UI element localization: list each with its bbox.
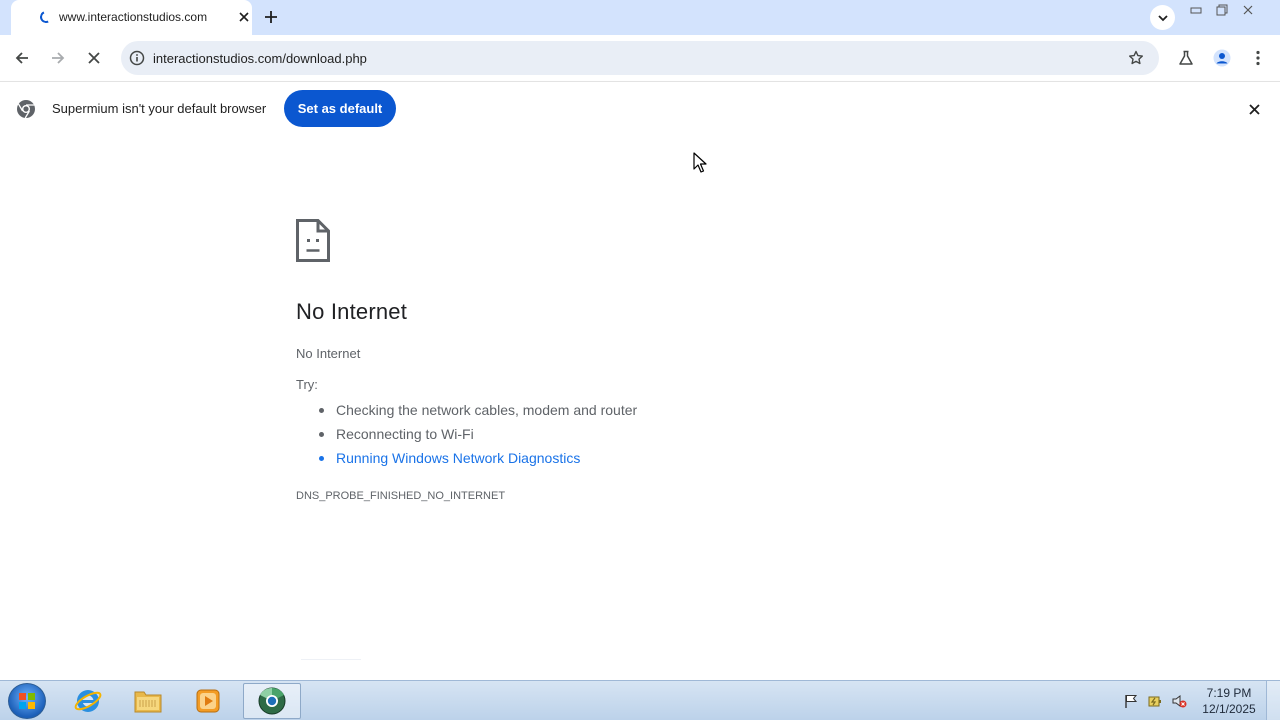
close-icon xyxy=(1243,5,1253,15)
back-button[interactable] xyxy=(10,46,34,70)
tab-active[interactable]: www.interactionstudios.com xyxy=(11,0,252,35)
browser-toolbar: interactionstudios.com/download.php xyxy=(0,35,1280,81)
list-item: Reconnecting to Wi-Fi xyxy=(318,424,637,448)
infobar-message: Supermium isn't your default browser xyxy=(52,101,267,116)
error-subtitle: No Internet xyxy=(296,346,361,361)
kebab-menu-icon xyxy=(1256,50,1260,66)
infobar-close-button[interactable] xyxy=(1244,99,1264,119)
error-page: No Internet No Internet Try: Checking th… xyxy=(0,134,1280,680)
network-diagnostics-link[interactable]: Running Windows Network Diagnostics xyxy=(318,448,637,472)
tab-close-button[interactable] xyxy=(235,8,253,26)
suggestion-list: Checking the network cables, modem and r… xyxy=(318,400,637,472)
url-text[interactable]: interactionstudios.com/download.php xyxy=(153,51,367,66)
forward-button[interactable] xyxy=(46,46,70,70)
tab-search-button[interactable] xyxy=(1150,5,1175,30)
taskbar: 7:19 PM 12/1/2025 xyxy=(0,680,1280,720)
tab-strip: www.interactionstudios.com xyxy=(0,0,1280,35)
flask-icon xyxy=(1179,50,1193,65)
volume-muted-icon[interactable] xyxy=(1171,693,1187,709)
file-explorer-icon xyxy=(134,691,162,713)
close-icon xyxy=(1248,103,1260,115)
menu-button[interactable] xyxy=(1246,46,1270,70)
taskbar-app-file-explorer[interactable] xyxy=(119,683,177,719)
browser-logo-icon xyxy=(17,100,35,119)
clock-date: 12/1/2025 xyxy=(1202,702,1256,716)
divider xyxy=(301,659,361,660)
bookmark-button[interactable] xyxy=(1124,46,1148,70)
plus-icon xyxy=(265,11,277,23)
new-tab-button[interactable] xyxy=(261,7,281,27)
set-as-default-button[interactable]: Set as default xyxy=(284,90,396,127)
screen: www.interactionstudios.com interactionst… xyxy=(0,0,1280,720)
start-button[interactable] xyxy=(8,683,46,719)
restore-icon xyxy=(1216,4,1228,16)
address-bar[interactable]: interactionstudios.com/download.php xyxy=(121,41,1159,75)
action-center-flag-icon[interactable] xyxy=(1123,693,1139,709)
window-close-button[interactable] xyxy=(1235,0,1261,20)
stop-button[interactable] xyxy=(82,46,106,70)
chevron-down-icon xyxy=(1157,14,1168,21)
taskbar-app-supermium[interactable] xyxy=(243,683,301,719)
window-controls xyxy=(1183,0,1261,20)
supermium-browser-icon xyxy=(258,687,286,715)
loading-spinner-icon xyxy=(38,9,54,25)
list-item: Checking the network cables, modem and r… xyxy=(318,400,637,424)
close-icon xyxy=(88,52,100,64)
taskbar-app-internet-explorer[interactable] xyxy=(59,683,117,719)
taskbar-app-media-player[interactable] xyxy=(179,683,237,719)
show-desktop-button[interactable] xyxy=(1266,681,1280,720)
sad-document-icon xyxy=(296,219,330,262)
close-icon xyxy=(239,12,249,22)
info-icon xyxy=(129,50,145,66)
mouse-cursor-icon xyxy=(693,152,707,173)
minimize-icon xyxy=(1190,7,1202,14)
minimize-button[interactable] xyxy=(1183,0,1209,20)
tab-title: www.interactionstudios.com xyxy=(59,10,208,24)
media-player-icon xyxy=(196,689,220,713)
error-title: No Internet xyxy=(296,299,408,324)
error-code: DNS_PROBE_FINISHED_NO_INTERNET xyxy=(296,490,506,502)
try-label: Try: xyxy=(296,377,318,392)
system-clock[interactable]: 7:19 PM 12/1/2025 xyxy=(1196,685,1262,717)
site-info-button[interactable] xyxy=(125,46,149,70)
arrow-right-icon xyxy=(52,52,65,64)
internet-explorer-icon xyxy=(74,690,102,712)
profile-button[interactable] xyxy=(1210,46,1234,70)
windows-logo-icon xyxy=(19,693,35,709)
clock-time: 7:19 PM xyxy=(1206,686,1252,700)
star-icon xyxy=(1129,50,1143,65)
profile-icon xyxy=(1213,49,1231,67)
arrow-left-icon xyxy=(15,52,28,64)
default-browser-infobar: Supermium isn't your default browser Set… xyxy=(0,81,1280,134)
power-icon[interactable] xyxy=(1147,693,1163,709)
labs-button[interactable] xyxy=(1174,46,1198,70)
maximize-button[interactable] xyxy=(1209,0,1235,20)
